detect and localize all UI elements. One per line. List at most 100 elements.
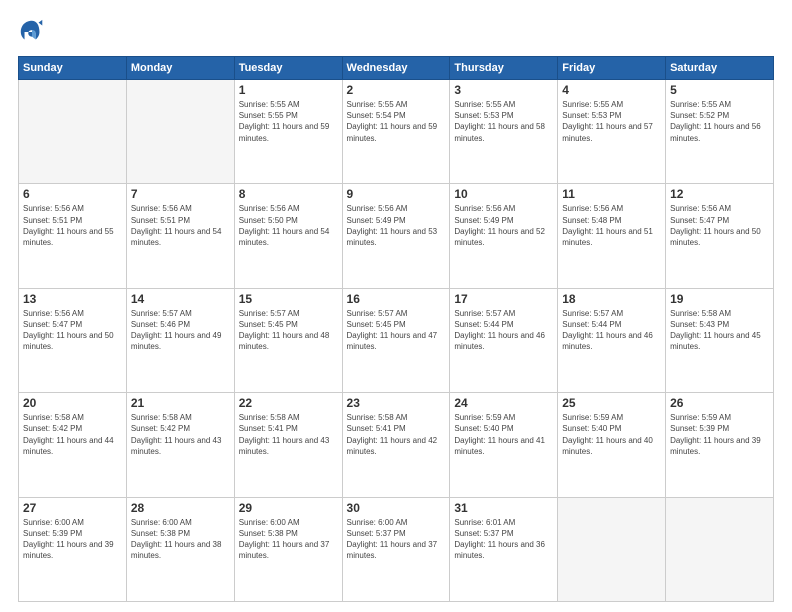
- calendar-cell: 13 Sunrise: 5:56 AMSunset: 5:47 PMDayligh…: [19, 288, 127, 392]
- day-number: 8: [239, 187, 338, 201]
- day-info: Sunrise: 6:01 AMSunset: 5:37 PMDaylight:…: [454, 517, 553, 562]
- day-number: 12: [670, 187, 769, 201]
- page: SundayMondayTuesdayWednesdayThursdayFrid…: [0, 0, 792, 612]
- calendar-cell: 2 Sunrise: 5:55 AMSunset: 5:54 PMDaylight…: [342, 80, 450, 184]
- day-number: 28: [131, 501, 230, 515]
- day-info: Sunrise: 5:57 AMSunset: 5:44 PMDaylight:…: [562, 308, 661, 353]
- day-number: 26: [670, 396, 769, 410]
- day-info: Sunrise: 5:56 AMSunset: 5:51 PMDaylight:…: [23, 203, 122, 248]
- calendar-cell: 23 Sunrise: 5:58 AMSunset: 5:41 PMDayligh…: [342, 393, 450, 497]
- calendar-cell: 19Sunrise: 5:58 AMSunset: 5:43 PMDayligh…: [666, 288, 774, 392]
- calendar-cell: 10 Sunrise: 5:56 AMSunset: 5:49 PMDayligh…: [450, 184, 558, 288]
- calendar-cell: 24 Sunrise: 5:59 AMSunset: 5:40 PMDayligh…: [450, 393, 558, 497]
- day-number: 25: [562, 396, 661, 410]
- day-number: 1: [239, 83, 338, 97]
- day-number: 9: [347, 187, 446, 201]
- day-info: Sunrise: 5:55 AMSunset: 5:54 PMDaylight:…: [347, 99, 446, 144]
- day-info: Sunrise: 5:59 AMSunset: 5:39 PMDaylight:…: [670, 412, 769, 457]
- day-info: Sunrise: 5:56 AMSunset: 5:49 PMDaylight:…: [347, 203, 446, 248]
- logo: [18, 18, 50, 46]
- day-number: 15: [239, 292, 338, 306]
- weekday-header-sunday: Sunday: [19, 57, 127, 80]
- calendar-cell: 30 Sunrise: 6:00 AMSunset: 5:37 PMDayligh…: [342, 497, 450, 601]
- calendar-cell: [19, 80, 127, 184]
- day-info: Sunrise: 5:57 AMSunset: 5:45 PMDaylight:…: [347, 308, 446, 353]
- day-info: Sunrise: 5:56 AMSunset: 5:47 PMDaylight:…: [23, 308, 122, 353]
- calendar-cell: 22Sunrise: 5:58 AMSunset: 5:41 PMDayligh…: [234, 393, 342, 497]
- day-number: 30: [347, 501, 446, 515]
- day-info: Sunrise: 6:00 AMSunset: 5:38 PMDaylight:…: [131, 517, 230, 562]
- calendar-cell: 9 Sunrise: 5:56 AMSunset: 5:49 PMDaylight…: [342, 184, 450, 288]
- day-number: 11: [562, 187, 661, 201]
- day-info: Sunrise: 5:56 AMSunset: 5:48 PMDaylight:…: [562, 203, 661, 248]
- calendar-cell: [126, 80, 234, 184]
- day-info: Sunrise: 5:55 AMSunset: 5:53 PMDaylight:…: [454, 99, 553, 144]
- calendar-cell: 16Sunrise: 5:57 AMSunset: 5:45 PMDayligh…: [342, 288, 450, 392]
- weekday-header-friday: Friday: [558, 57, 666, 80]
- calendar-cell: 21Sunrise: 5:58 AMSunset: 5:42 PMDayligh…: [126, 393, 234, 497]
- weekday-header-saturday: Saturday: [666, 57, 774, 80]
- day-number: 10: [454, 187, 553, 201]
- calendar-cell: 17 Sunrise: 5:57 AMSunset: 5:44 PMDayligh…: [450, 288, 558, 392]
- day-info: Sunrise: 6:00 AMSunset: 5:37 PMDaylight:…: [347, 517, 446, 562]
- day-info: Sunrise: 5:58 AMSunset: 5:41 PMDaylight:…: [347, 412, 446, 457]
- calendar-cell: 6 Sunrise: 5:56 AMSunset: 5:51 PMDaylight…: [19, 184, 127, 288]
- weekday-header-tuesday: Tuesday: [234, 57, 342, 80]
- calendar-cell: [558, 497, 666, 601]
- day-info: Sunrise: 5:59 AMSunset: 5:40 PMDaylight:…: [454, 412, 553, 457]
- day-info: Sunrise: 5:56 AMSunset: 5:49 PMDaylight:…: [454, 203, 553, 248]
- day-info: Sunrise: 5:56 AMSunset: 5:51 PMDaylight:…: [131, 203, 230, 248]
- day-number: 24: [454, 396, 553, 410]
- day-info: Sunrise: 5:57 AMSunset: 5:44 PMDaylight:…: [454, 308, 553, 353]
- calendar-cell: 26 Sunrise: 5:59 AMSunset: 5:39 PMDayligh…: [666, 393, 774, 497]
- calendar-cell: 4Sunrise: 5:55 AMSunset: 5:53 PMDaylight…: [558, 80, 666, 184]
- day-info: Sunrise: 5:56 AMSunset: 5:50 PMDaylight:…: [239, 203, 338, 248]
- calendar-cell: 15 Sunrise: 5:57 AMSunset: 5:45 PMDayligh…: [234, 288, 342, 392]
- day-info: Sunrise: 5:55 AMSunset: 5:55 PMDaylight:…: [239, 99, 338, 144]
- calendar-week-row: 13 Sunrise: 5:56 AMSunset: 5:47 PMDayligh…: [19, 288, 774, 392]
- calendar-cell: 25 Sunrise: 5:59 AMSunset: 5:40 PMDayligh…: [558, 393, 666, 497]
- day-number: 19: [670, 292, 769, 306]
- calendar-cell: 29Sunrise: 6:00 AMSunset: 5:38 PMDayligh…: [234, 497, 342, 601]
- calendar-week-row: 27 Sunrise: 6:00 AMSunset: 5:39 PMDayligh…: [19, 497, 774, 601]
- calendar-cell: 31 Sunrise: 6:01 AMSunset: 5:37 PMDayligh…: [450, 497, 558, 601]
- day-number: 23: [347, 396, 446, 410]
- day-number: 27: [23, 501, 122, 515]
- calendar-week-row: 6 Sunrise: 5:56 AMSunset: 5:51 PMDaylight…: [19, 184, 774, 288]
- calendar-week-row: 20 Sunrise: 5:58 AMSunset: 5:42 PMDayligh…: [19, 393, 774, 497]
- day-info: Sunrise: 5:58 AMSunset: 5:42 PMDaylight:…: [23, 412, 122, 457]
- calendar-cell: [666, 497, 774, 601]
- header: [18, 18, 774, 46]
- calendar-cell: 5 Sunrise: 5:55 AMSunset: 5:52 PMDaylight…: [666, 80, 774, 184]
- calendar-cell: 14 Sunrise: 5:57 AMSunset: 5:46 PMDayligh…: [126, 288, 234, 392]
- day-number: 2: [347, 83, 446, 97]
- day-info: Sunrise: 5:57 AMSunset: 5:45 PMDaylight:…: [239, 308, 338, 353]
- day-number: 20: [23, 396, 122, 410]
- calendar-cell: 11 Sunrise: 5:56 AMSunset: 5:48 PMDayligh…: [558, 184, 666, 288]
- weekday-header-monday: Monday: [126, 57, 234, 80]
- day-number: 5: [670, 83, 769, 97]
- day-number: 7: [131, 187, 230, 201]
- day-number: 17: [454, 292, 553, 306]
- weekday-header-wednesday: Wednesday: [342, 57, 450, 80]
- calendar-cell: 20 Sunrise: 5:58 AMSunset: 5:42 PMDayligh…: [19, 393, 127, 497]
- weekday-header-row: SundayMondayTuesdayWednesdayThursdayFrid…: [19, 57, 774, 80]
- day-number: 6: [23, 187, 122, 201]
- day-number: 13: [23, 292, 122, 306]
- day-number: 18: [562, 292, 661, 306]
- day-info: Sunrise: 5:55 AMSunset: 5:52 PMDaylight:…: [670, 99, 769, 144]
- calendar-cell: 3 Sunrise: 5:55 AMSunset: 5:53 PMDaylight…: [450, 80, 558, 184]
- day-number: 14: [131, 292, 230, 306]
- day-info: Sunrise: 6:00 AMSunset: 5:39 PMDaylight:…: [23, 517, 122, 562]
- day-info: Sunrise: 5:56 AMSunset: 5:47 PMDaylight:…: [670, 203, 769, 248]
- weekday-header-thursday: Thursday: [450, 57, 558, 80]
- day-number: 31: [454, 501, 553, 515]
- day-info: Sunrise: 5:57 AMSunset: 5:46 PMDaylight:…: [131, 308, 230, 353]
- day-info: Sunrise: 5:59 AMSunset: 5:40 PMDaylight:…: [562, 412, 661, 457]
- day-number: 29: [239, 501, 338, 515]
- day-info: Sunrise: 5:58 AMSunset: 5:41 PMDaylight:…: [239, 412, 338, 457]
- day-info: Sunrise: 5:58 AMSunset: 5:42 PMDaylight:…: [131, 412, 230, 457]
- calendar-cell: 1 Sunrise: 5:55 AMSunset: 5:55 PMDaylight…: [234, 80, 342, 184]
- calendar-cell: 12 Sunrise: 5:56 AMSunset: 5:47 PMDayligh…: [666, 184, 774, 288]
- day-number: 3: [454, 83, 553, 97]
